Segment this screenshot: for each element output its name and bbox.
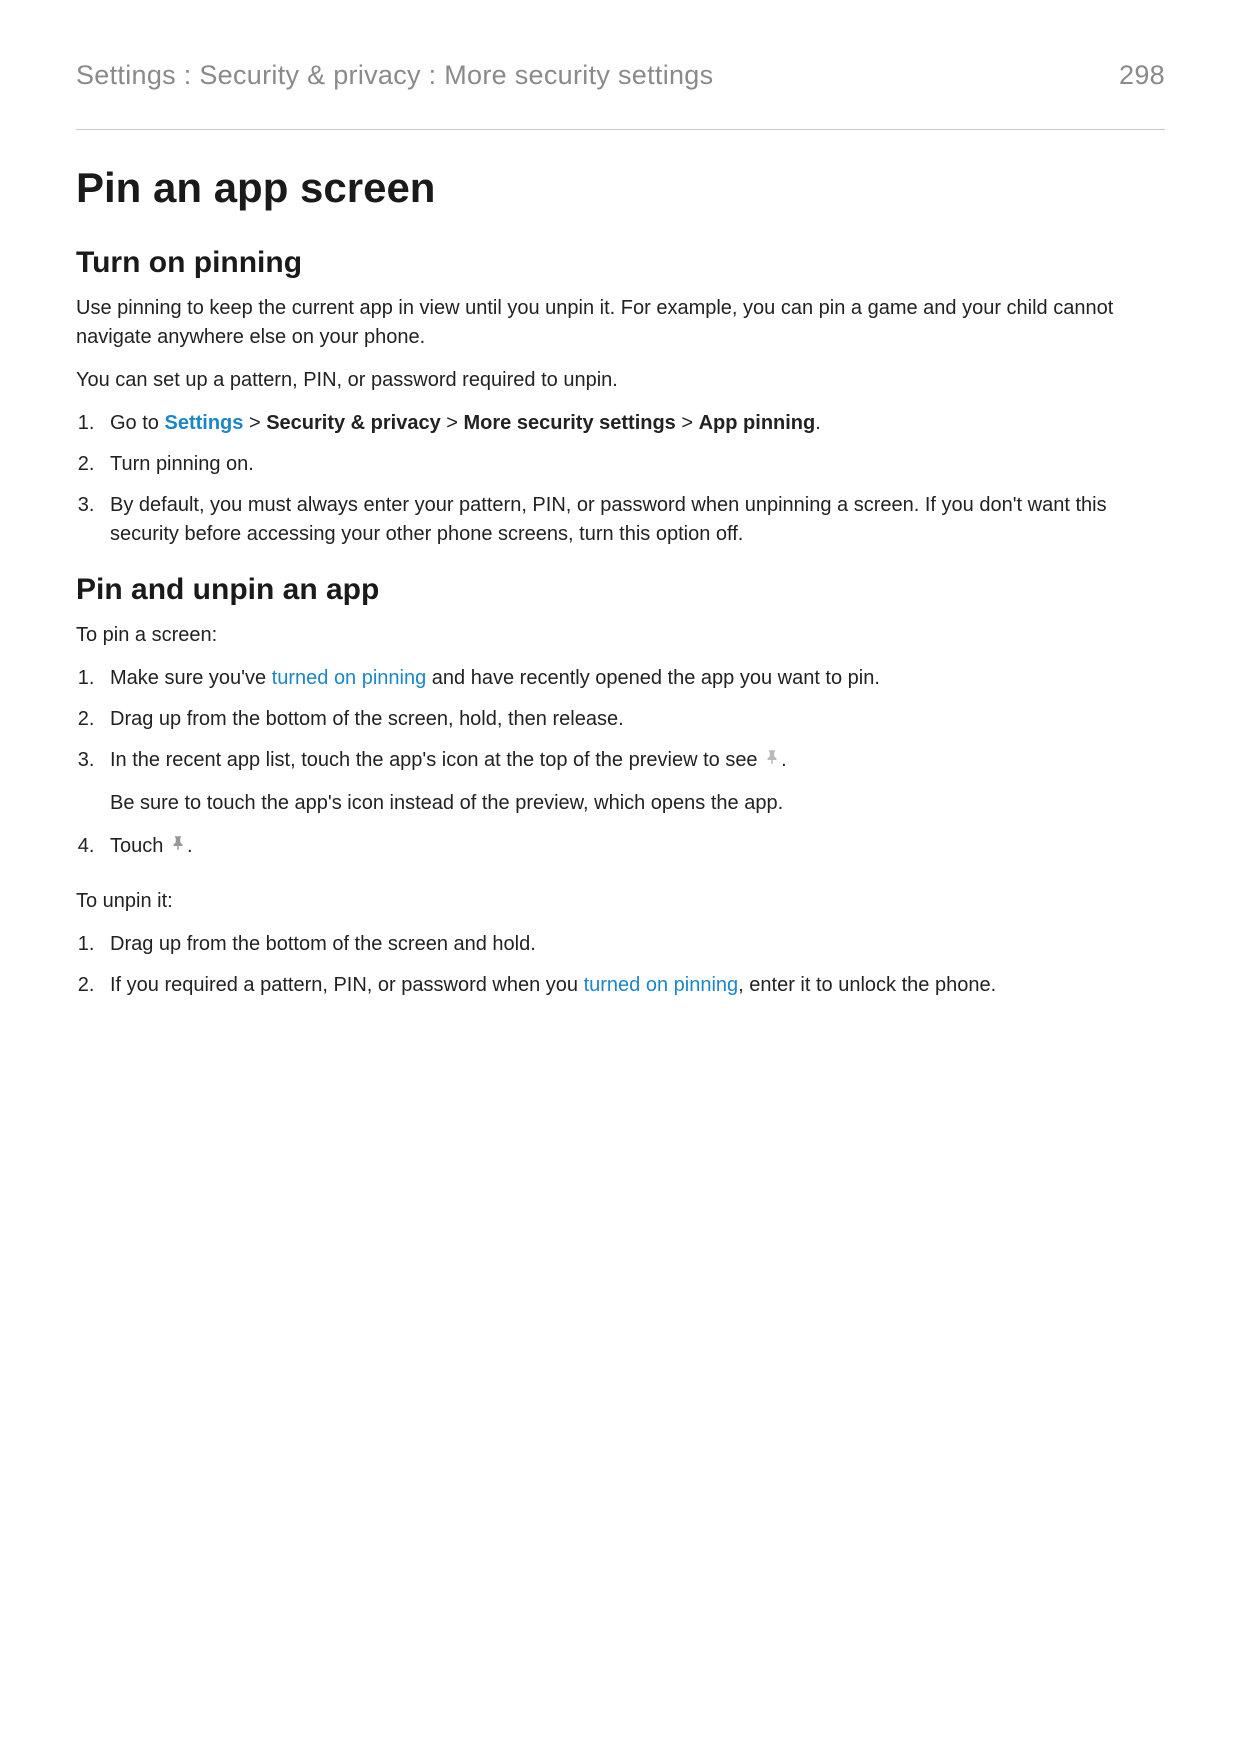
pin-icon <box>169 832 187 863</box>
paragraph: To pin a screen: <box>76 621 1165 650</box>
list-item: Go to Settings > Security & privacy > Mo… <box>100 409 1165 438</box>
breadcrumb-separator: > <box>441 412 464 434</box>
header-divider <box>76 129 1165 130</box>
list-item: Drag up from the bottom of the screen an… <box>100 930 1165 959</box>
text: . <box>187 835 193 857</box>
breadcrumb: Settings : Security & privacy : More sec… <box>76 60 713 91</box>
text: Touch <box>110 835 169 857</box>
nav-path-item: App pinning <box>699 412 816 434</box>
text: . <box>781 749 787 771</box>
text: . <box>815 412 821 434</box>
text: and have recently opened the app you wan… <box>426 667 880 689</box>
breadcrumb-separator: > <box>243 412 266 434</box>
paragraph: To unpin it: <box>76 887 1165 916</box>
list-item: Make sure you've turned on pinning and h… <box>100 664 1165 693</box>
breadcrumb-separator: > <box>676 412 699 434</box>
sub-paragraph: Be sure to touch the app's icon instead … <box>110 789 1165 818</box>
section-title-turn-on-pinning: Turn on pinning <box>76 246 1165 280</box>
turned-on-pinning-link[interactable]: turned on pinning <box>272 667 427 689</box>
paragraph: Use pinning to keep the current app in v… <box>76 294 1165 352</box>
page-header: Settings : Security & privacy : More sec… <box>76 60 1165 91</box>
text: , enter it to unlock the phone. <box>738 974 996 996</box>
list-item: In the recent app list, touch the app's … <box>100 746 1165 818</box>
text: If you required a pattern, PIN, or passw… <box>110 974 584 996</box>
list-item: By default, you must always enter your p… <box>100 491 1165 549</box>
text: Go to <box>110 412 164 434</box>
pin-icon <box>763 746 781 777</box>
nav-path-item: Security & privacy <box>266 412 441 434</box>
list-item: Drag up from the bottom of the screen, h… <box>100 705 1165 734</box>
section-title-pin-unpin: Pin and unpin an app <box>76 573 1165 607</box>
settings-link[interactable]: Settings <box>164 412 243 434</box>
steps-pin: Make sure you've turned on pinning and h… <box>76 664 1165 863</box>
list-item: If you required a pattern, PIN, or passw… <box>100 971 1165 1000</box>
paragraph: You can set up a pattern, PIN, or passwo… <box>76 366 1165 395</box>
steps-turn-on-pinning: Go to Settings > Security & privacy > Mo… <box>76 409 1165 549</box>
page-number: 298 <box>1119 60 1165 91</box>
steps-unpin: Drag up from the bottom of the screen an… <box>76 930 1165 1000</box>
text: In the recent app list, touch the app's … <box>110 749 763 771</box>
text: Make sure you've <box>110 667 272 689</box>
page-container: Settings : Security & privacy : More sec… <box>0 0 1241 1000</box>
turned-on-pinning-link[interactable]: turned on pinning <box>584 974 739 996</box>
list-item: Touch . <box>100 832 1165 863</box>
page-title: Pin an app screen <box>76 164 1165 212</box>
nav-path-item: More security settings <box>464 412 676 434</box>
list-item: Turn pinning on. <box>100 450 1165 479</box>
